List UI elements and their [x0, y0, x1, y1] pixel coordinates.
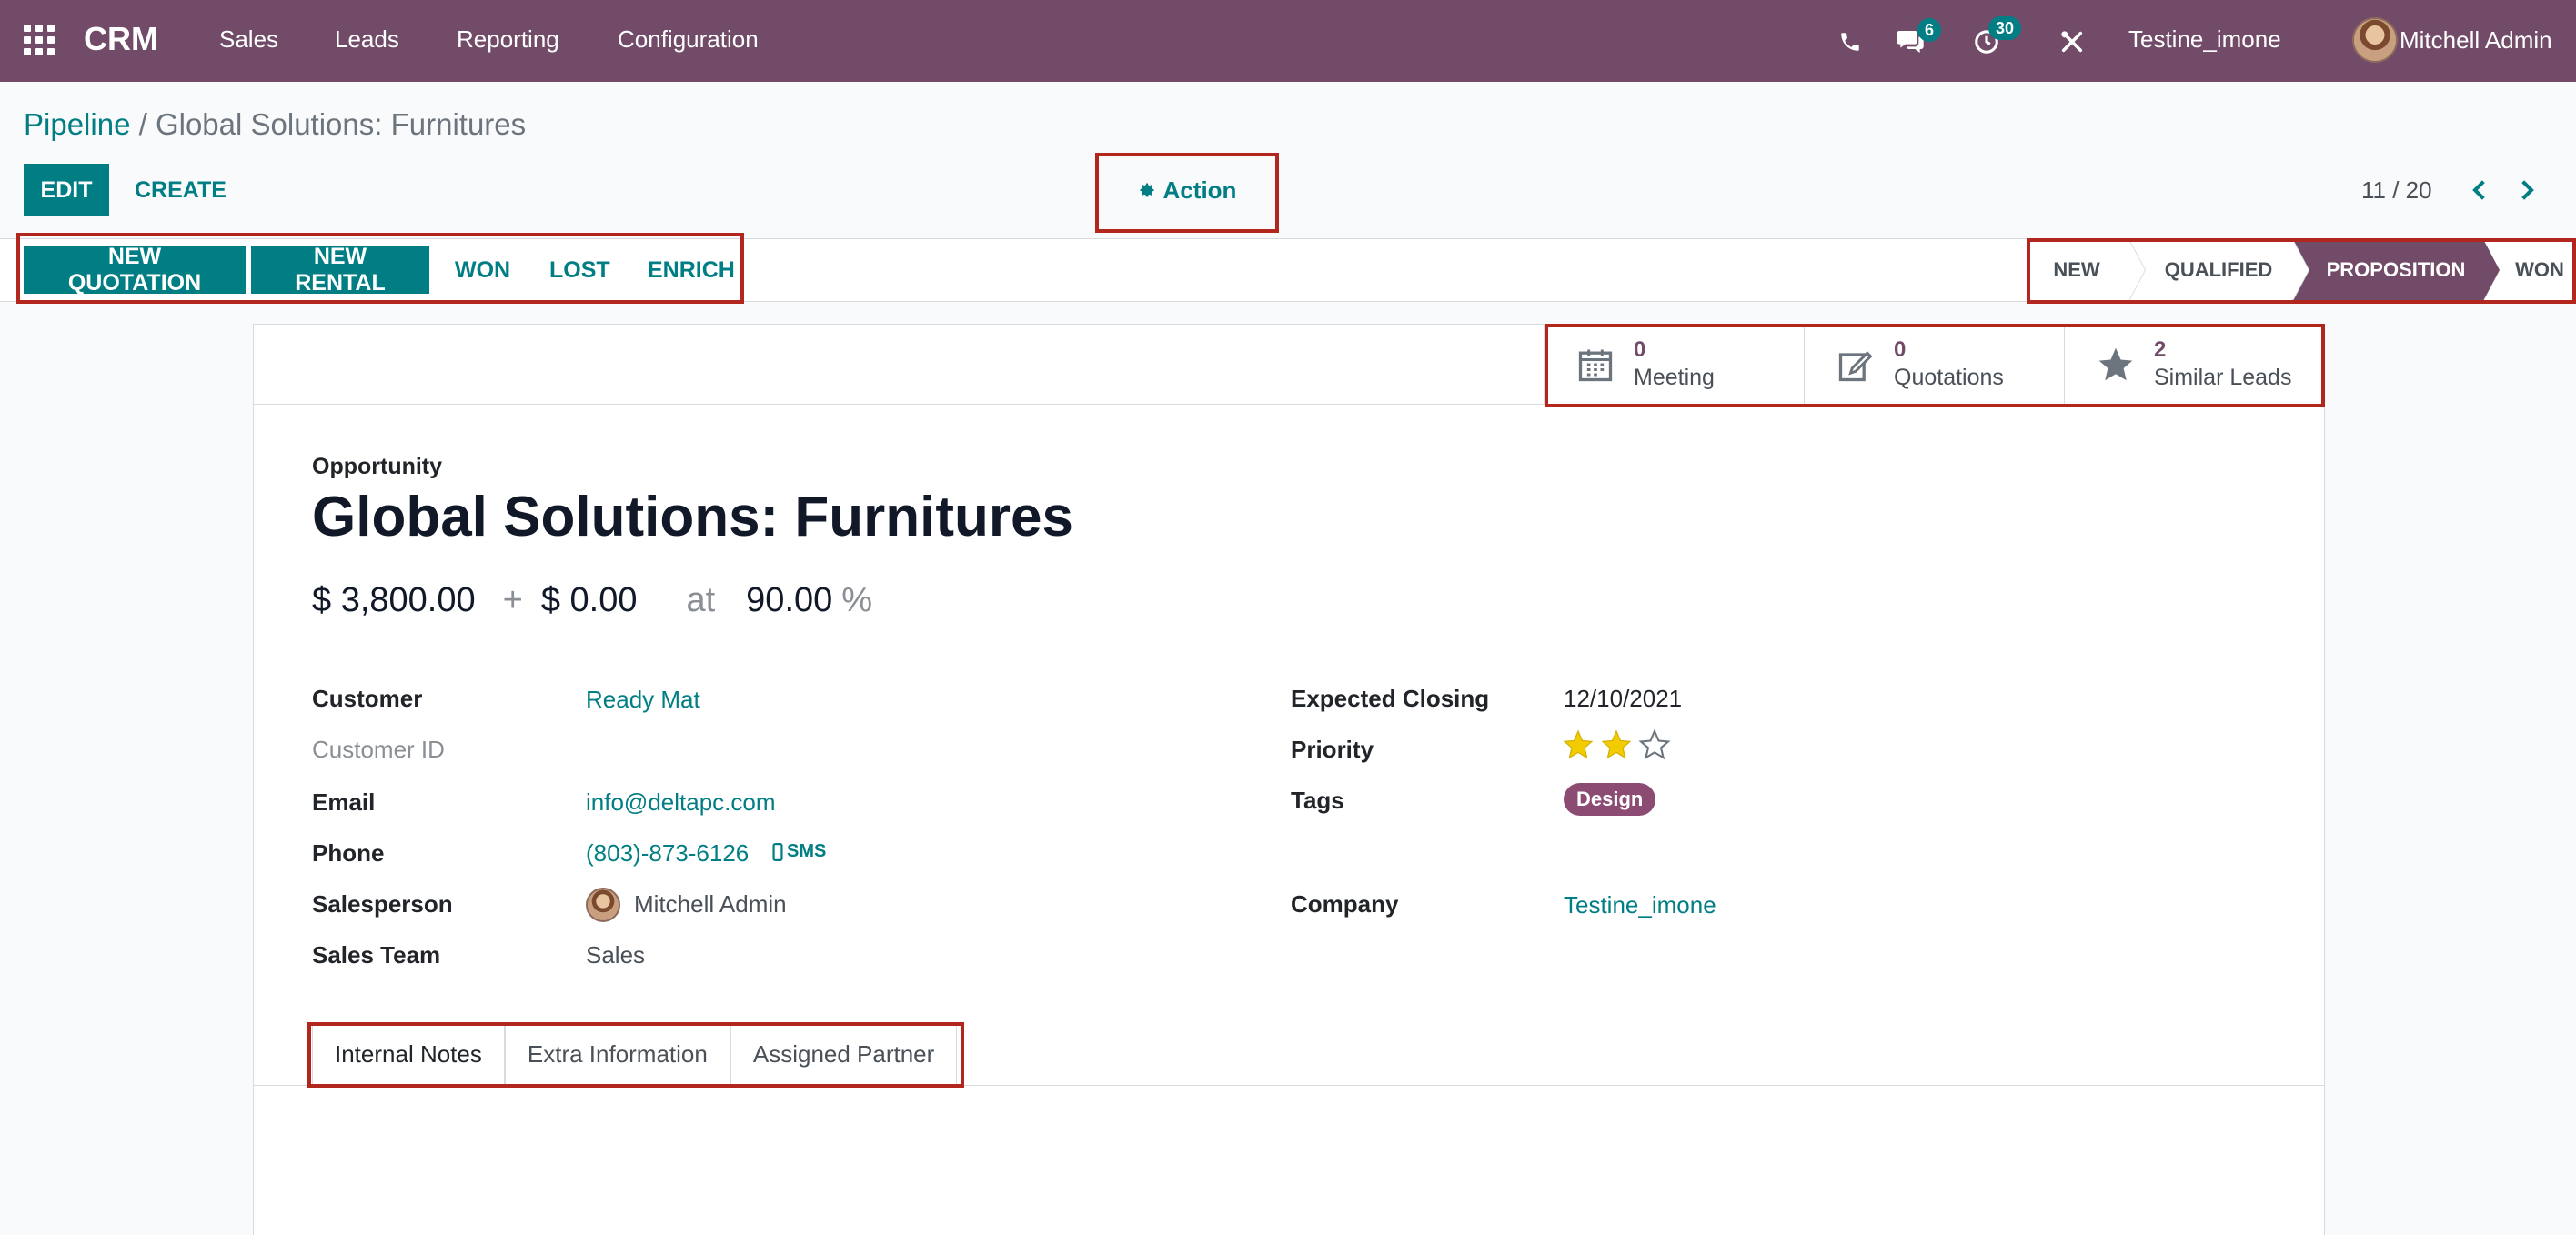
stage-new[interactable]: NEW: [2025, 239, 2146, 301]
sms-button[interactable]: SMS: [772, 841, 826, 862]
percent-sign: %: [841, 581, 873, 619]
menu-reporting[interactable]: Reporting: [457, 25, 559, 54]
sms-label: SMS: [787, 841, 827, 861]
stage-proposition-label: PROPOSITION: [2326, 258, 2466, 281]
tab-extra-information[interactable]: Extra Information: [504, 1023, 730, 1085]
tab-assigned-partner[interactable]: Assigned Partner: [730, 1023, 958, 1085]
expected-revenue: $ 3,800.00: [312, 581, 476, 619]
company-link[interactable]: Testine_imone: [1564, 891, 1716, 919]
plus-sign: +: [502, 581, 523, 619]
app-brand[interactable]: CRM: [84, 20, 158, 58]
star-icon: [2092, 341, 2139, 388]
user-avatar: [2352, 17, 2398, 63]
similar-leads-smart-button[interactable]: 2 Similar Leads: [2064, 325, 2324, 405]
won-button[interactable]: WON: [437, 246, 528, 294]
customer-link[interactable]: Ready Mat: [586, 686, 700, 714]
company-label: Company: [1291, 890, 1399, 918]
opportunity-title: Global Solutions: Furnitures: [312, 486, 1073, 548]
salesperson-avatar: [586, 888, 620, 922]
tags-label: Tags: [1291, 787, 1344, 814]
stage-qualified[interactable]: QUALIFIED: [2128, 239, 2309, 301]
tabs-divider: [254, 1085, 2324, 1086]
edit-button[interactable]: EDIT: [24, 164, 109, 216]
priority-star-2-icon[interactable]: [1600, 728, 1633, 761]
revenue-row: $ 3,800.00 + $ 0.00 at 90.00 %: [312, 581, 872, 620]
form-sheet: 0 Meeting 0 Quotations 2 Similar Leads O…: [253, 324, 2325, 1235]
sales-team-value[interactable]: Sales: [586, 941, 645, 969]
lost-button[interactable]: LOST: [531, 246, 629, 294]
stage-pipeline: NEW QUALIFIED PROPOSITION WON: [2025, 239, 2576, 301]
menu-sales[interactable]: Sales: [219, 25, 278, 54]
email-label: Email: [312, 788, 376, 816]
priority-label: Priority: [1291, 736, 1374, 763]
phone-icon[interactable]: [1832, 24, 1868, 60]
menu-configuration[interactable]: Configuration: [618, 25, 759, 54]
smart-button-row: 0 Meeting 0 Quotations 2 Similar Leads: [254, 325, 2324, 405]
customer-label: Customer: [312, 685, 423, 712]
breadcrumb-separator: /: [138, 107, 147, 141]
pager-previous-icon[interactable]: [2463, 175, 2494, 206]
stage-won-label: WON: [2515, 258, 2564, 281]
user-name: Mitchell Admin: [2400, 25, 2552, 54]
quotations-count: 0: [1894, 337, 1907, 362]
action-menu-button[interactable]: Action: [1101, 159, 1273, 221]
edit-icon: [1832, 341, 1879, 388]
quotations-label: Quotations: [1894, 365, 2004, 390]
phone-link[interactable]: (803)-873-6126: [586, 839, 749, 868]
menu-leads[interactable]: Leads: [335, 25, 399, 54]
enrich-button[interactable]: ENRICH: [629, 246, 753, 294]
mobile-icon: [772, 842, 783, 861]
expected-closing-label: Expected Closing: [1291, 685, 1490, 712]
similar-leads-count: 2: [2154, 337, 2167, 362]
action-label: Action: [1162, 176, 1237, 204]
stage-proposition[interactable]: PROPOSITION: [2292, 239, 2500, 301]
tag-badge[interactable]: Design: [1564, 783, 1656, 816]
expected-closing-value[interactable]: 12/10/2021: [1564, 685, 1682, 713]
phone-label: Phone: [312, 839, 385, 867]
stage-new-label: NEW: [2053, 258, 2100, 281]
pager-value[interactable]: 11 / 20: [2361, 176, 2432, 205]
priority-star-3-icon[interactable]: [1638, 728, 1671, 761]
quotations-smart-button[interactable]: 0 Quotations: [1804, 325, 2064, 405]
meeting-label: Meeting: [1634, 365, 1715, 390]
company-switcher[interactable]: Testine_imone: [2128, 25, 2281, 54]
breadcrumb-pipeline-link[interactable]: Pipeline: [24, 107, 130, 141]
create-button[interactable]: CREATE: [124, 164, 237, 216]
meeting-smart-button[interactable]: 0 Meeting: [1544, 325, 1804, 405]
sales-team-label: Sales Team: [312, 941, 441, 969]
breadcrumb-current: Global Solutions: Furnitures: [155, 107, 527, 141]
tab-internal-notes[interactable]: Internal Notes: [312, 1023, 505, 1085]
chat-badge: 6: [1917, 18, 1942, 42]
status-bar: NEW QUOTATION NEW RENTAL WON LOST ENRICH…: [0, 238, 2576, 302]
at-label: at: [686, 581, 716, 619]
salesperson-value[interactable]: Mitchell Admin: [634, 890, 787, 919]
priority-star-1-icon[interactable]: [1562, 728, 1595, 761]
new-quotation-button[interactable]: NEW QUOTATION: [24, 244, 246, 296]
salesperson-label: Salesperson: [312, 890, 453, 918]
new-rental-button[interactable]: NEW RENTAL: [251, 244, 429, 296]
calendar-icon: [1572, 341, 1619, 388]
opportunity-label: Opportunity: [312, 454, 443, 479]
email-link[interactable]: info@deltapc.com: [586, 788, 776, 817]
user-menu[interactable]: Mitchell Admin: [2352, 15, 2552, 65]
breadcrumb: Pipeline / Global Solutions: Furnitures: [24, 107, 526, 142]
meeting-count: 0: [1634, 337, 1646, 362]
apps-grid-icon[interactable]: [24, 25, 55, 55]
notebook-tabs: Internal Notes Extra Information Assigne…: [312, 1023, 958, 1085]
tools-icon[interactable]: [2054, 24, 2090, 60]
pager-next-icon[interactable]: [2512, 175, 2543, 206]
customer-id-label: Customer ID: [312, 736, 445, 763]
similar-leads-label: Similar Leads: [2154, 365, 2292, 390]
probability-value: 90.00: [746, 581, 833, 619]
gear-icon: [1140, 183, 1154, 197]
stage-qualified-label: QUALIFIED: [2164, 258, 2273, 281]
activity-badge: 30: [1988, 16, 2022, 40]
recurring-revenue: $ 0.00: [540, 581, 638, 619]
top-navbar: CRM Sales Leads Reporting Configuration …: [0, 0, 2576, 82]
